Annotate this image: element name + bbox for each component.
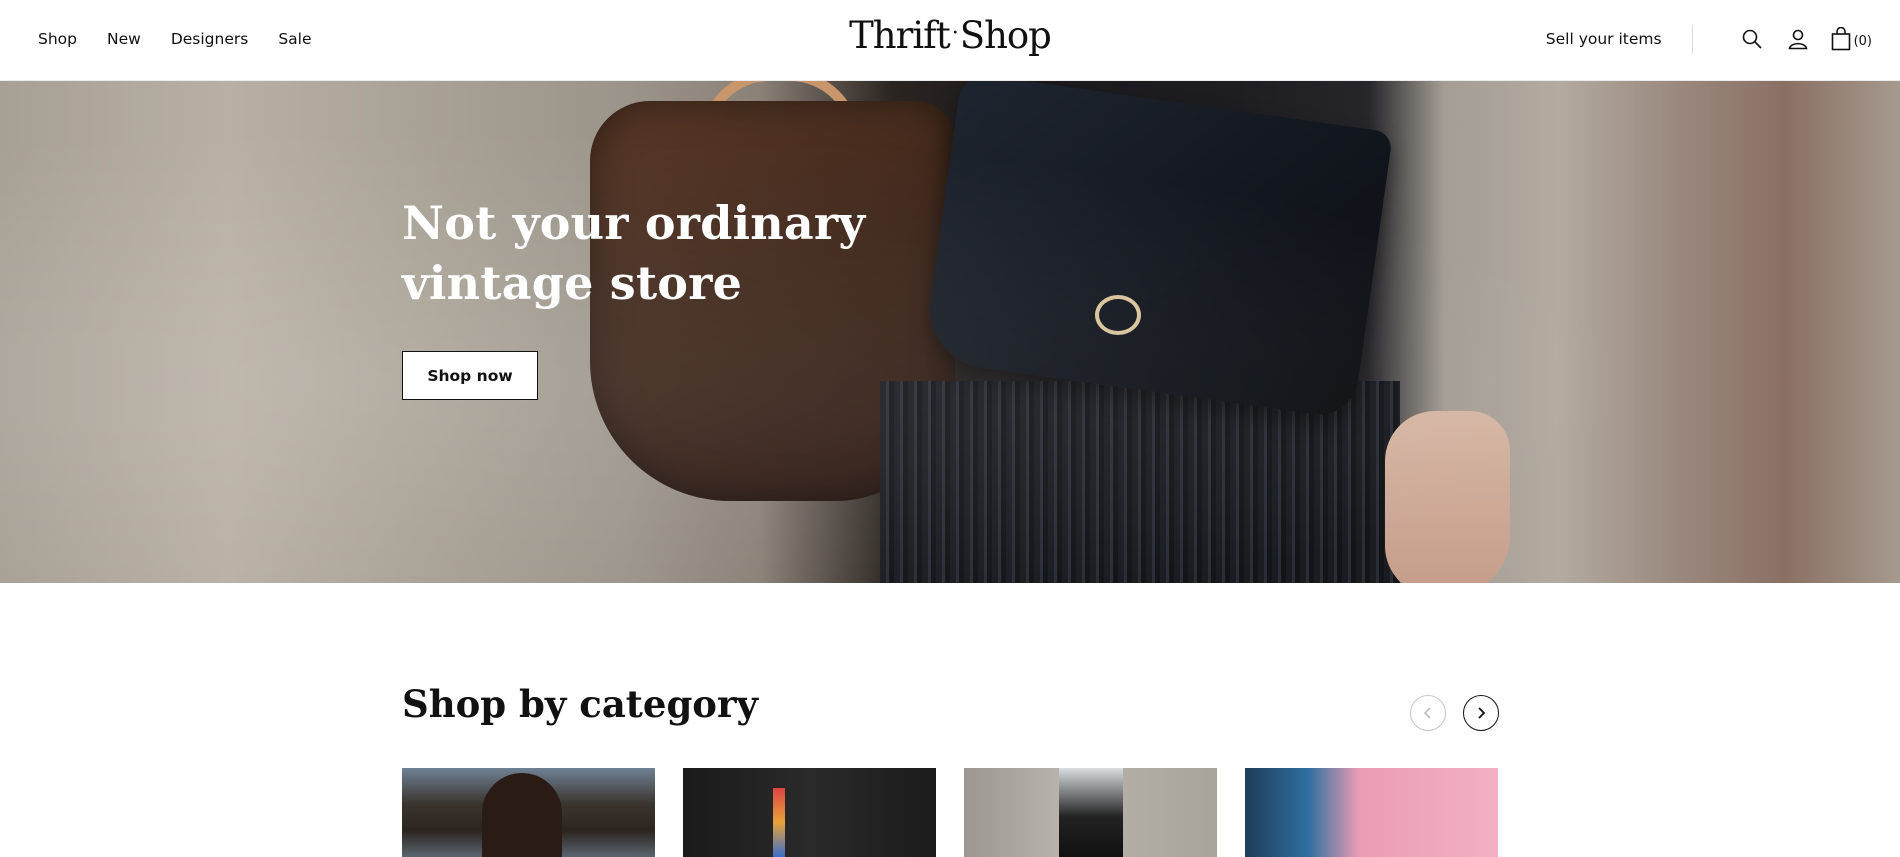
header-divider [1691,25,1693,53]
header-actions: Sell your items (0) [1546,0,1872,78]
logo-text-right: Shop [959,14,1052,57]
hero-title: Not your ordinary vintage store [402,193,922,313]
section-title: Shop by category [402,682,758,726]
cart-button[interactable]: (0) [1831,27,1872,51]
hero-overlay [0,81,1900,583]
shopping-bag-icon [1831,27,1850,51]
carousel-next-button[interactable] [1463,695,1499,731]
hero-title-line2: vintage store [402,256,743,310]
sell-your-items-link[interactable]: Sell your items [1546,30,1662,48]
category-card-image[interactable] [683,768,936,857]
user-icon[interactable] [1785,26,1811,52]
logo-text-left: Thrift [849,14,951,57]
carousel-prev-button[interactable] [1410,695,1446,731]
category-card-image[interactable] [964,768,1217,857]
category-card-image[interactable] [1245,768,1498,857]
chevron-left-icon [1423,707,1431,719]
logo-dot: · [951,21,959,46]
category-carousel [402,768,1500,857]
hero-title-line1: Not your ordinary [402,196,866,250]
site-header: Shop New Designers Sale Thrift·Shop Sell… [0,0,1900,81]
cart-count: (0) [1853,33,1872,49]
shop-now-button[interactable]: Shop now [402,351,538,400]
hero-banner: Not your ordinary vintage store Shop now [0,81,1900,583]
category-card-image[interactable] [402,768,655,857]
chevron-right-icon [1478,707,1486,719]
search-icon[interactable] [1739,26,1765,52]
